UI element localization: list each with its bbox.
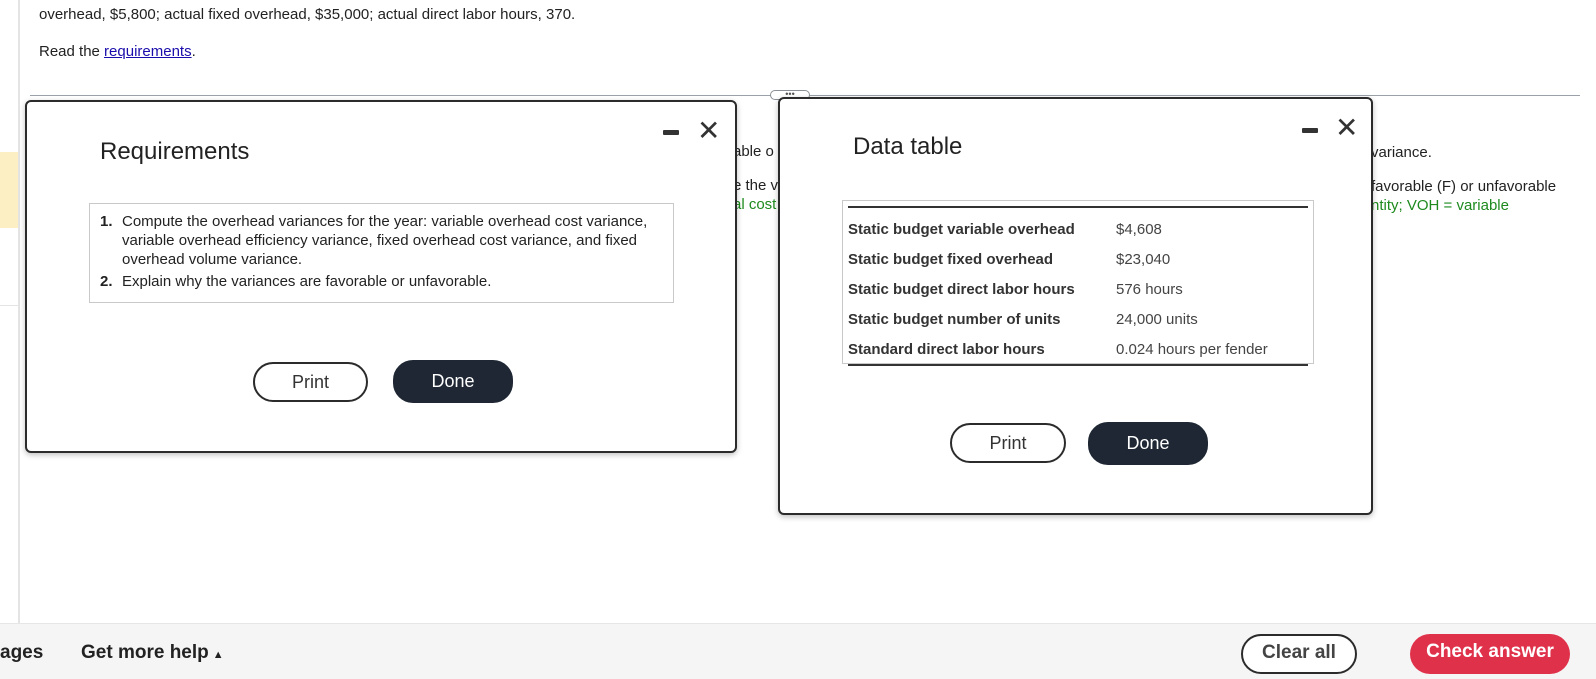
problem-text: overhead, $5,800; actual fixed overhead,…	[39, 6, 576, 23]
read-requirements-line: Read the requirements.	[39, 43, 196, 60]
row-label: Static budget number of units	[848, 310, 1061, 328]
item-text: Compute the overhead variances for the y…	[122, 213, 648, 268]
item-number: 2.	[100, 273, 113, 290]
check-answer-button[interactable]: Check answer	[1410, 634, 1570, 674]
item-number: 1.	[100, 213, 113, 230]
question-marker	[0, 152, 18, 228]
list-item: 2. Explain why the variances are favorab…	[100, 272, 663, 291]
requirements-link[interactable]: requirements	[104, 43, 192, 60]
bg-fragment: able o	[733, 143, 774, 160]
row-label: Static budget direct labor hours	[848, 280, 1075, 298]
read-suffix: .	[191, 43, 196, 60]
get-more-help-button[interactable]: Get more help ▲	[81, 642, 224, 664]
bg-fragment: ntity; VOH = variable	[1371, 197, 1509, 214]
close-icon[interactable]: ✕	[697, 117, 720, 145]
data-table-dialog: Data table ✕ Static budget variable over…	[778, 97, 1373, 515]
row-value: 24,000 units	[1116, 310, 1198, 328]
table-row: Static budget direct labor hours 576 hou…	[848, 274, 1308, 304]
dialog-title: Data table	[853, 133, 963, 160]
print-button[interactable]: Print	[253, 362, 368, 402]
table-row: Standard direct labor hours 0.024 hours …	[848, 334, 1308, 364]
requirements-dialog: Requirements ✕ 1. Compute the overhead v…	[25, 100, 737, 453]
row-value: $23,040	[1116, 250, 1171, 268]
bg-fragment: variance.	[1371, 144, 1432, 161]
bottom-left-fragment[interactable]: ages	[0, 642, 43, 664]
row-label: Static budget variable overhead	[848, 220, 1075, 238]
caret-up-icon: ▲	[212, 649, 224, 661]
bg-fragment: al cost	[733, 196, 777, 213]
table-row: Static budget variable overhead $4,608	[848, 214, 1308, 244]
close-icon[interactable]: ✕	[1335, 114, 1358, 142]
left-rule	[18, 0, 20, 623]
row-value: $4,608	[1116, 220, 1162, 238]
left-divider	[0, 305, 18, 306]
table-row: Static budget fixed overhead $23,040	[848, 244, 1308, 274]
done-button[interactable]: Done	[393, 360, 513, 403]
bg-fragment: e the v	[733, 177, 779, 194]
table-row: Static budget number of units 24,000 uni…	[848, 304, 1308, 334]
row-value: 0.024 hours per fender	[1116, 340, 1268, 358]
minimize-icon[interactable]	[663, 130, 679, 135]
row-label: Standard direct labor hours	[848, 340, 1045, 358]
clear-all-button[interactable]: Clear all	[1241, 634, 1357, 674]
requirements-list: 1. Compute the overhead variances for th…	[89, 203, 674, 303]
dialog-title: Requirements	[100, 138, 250, 165]
done-button[interactable]: Done	[1088, 422, 1208, 465]
print-button[interactable]: Print	[950, 423, 1066, 463]
list-item: 1. Compute the overhead variances for th…	[100, 212, 663, 269]
read-prefix: Read the	[39, 43, 105, 60]
bg-fragment: favorable (F) or unfavorable	[1371, 178, 1557, 195]
row-label: Static budget fixed overhead	[848, 250, 1054, 268]
item-text: Explain why the variances are favorable …	[122, 273, 492, 290]
row-value: 576 hours	[1116, 280, 1183, 298]
minimize-icon[interactable]	[1302, 128, 1318, 133]
data-table: Static budget variable overhead $4,608 S…	[842, 200, 1314, 366]
help-label: Get more help	[81, 642, 209, 663]
